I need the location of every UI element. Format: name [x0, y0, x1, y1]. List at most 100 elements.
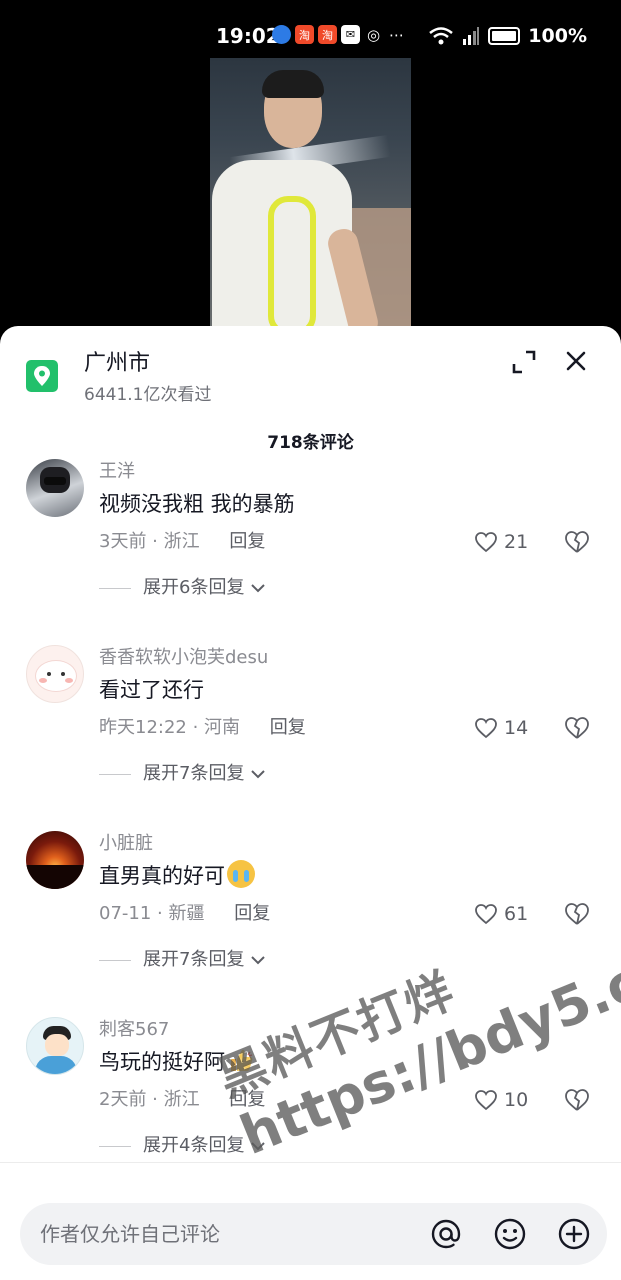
chevron-down-icon: [251, 1142, 266, 1151]
comment-meta: 07-11 · 新疆 回复: [99, 900, 270, 928]
status-bar: 19:02 淘 淘 ✉ ◎ ⋯ 100%: [0, 0, 621, 58]
comment-input[interactable]: 作者仅允许自己评论: [20, 1203, 607, 1265]
comment-meta: 昨天12:22 · 河南 回复: [99, 714, 306, 742]
signal-icon: [463, 27, 480, 45]
comment-item: 小脏脏 直男真的好可 07-11 · 新疆 回复 61 展开7条回复: [0, 820, 621, 1006]
expand-replies[interactable]: 展开4条回复: [99, 1132, 268, 1160]
comment-region: 河南: [204, 717, 241, 738]
meta-separator: ·: [186, 717, 205, 738]
expand-replies-label: 展开7条回复: [143, 763, 245, 784]
notification-icons: 淘 淘 ✉ ◎ ⋯: [272, 25, 406, 44]
emoji-icon[interactable]: [492, 1216, 528, 1252]
browser-app-icon: [272, 25, 291, 44]
chevron-down-icon: [251, 956, 266, 965]
reply-button[interactable]: 回复: [234, 903, 270, 924]
person-hair: [262, 70, 324, 98]
avatar[interactable]: [26, 831, 84, 889]
like-count: 61: [504, 903, 529, 925]
message-app-icon: ✉: [341, 25, 360, 44]
shirt-print: [268, 196, 316, 328]
taobao-app-icon: 淘: [295, 25, 314, 44]
reply-button[interactable]: 回复: [270, 717, 306, 738]
expand-replies-label: 展开4条回复: [143, 1135, 245, 1156]
expand-replies-label: 展开6条回复: [143, 577, 245, 598]
avatar[interactable]: [26, 459, 84, 517]
close-icon[interactable]: [561, 346, 591, 376]
heart-icon: [475, 904, 497, 925]
status-right: 100%: [428, 22, 587, 50]
comment-region: 浙江: [163, 531, 200, 552]
dislike-icon[interactable]: [563, 900, 591, 928]
comment-username[interactable]: 王洋: [99, 458, 135, 486]
comment-meta: 3天前 · 浙江 回复: [99, 528, 265, 556]
comment-list[interactable]: 王洋 视频没我粗 我的暴筋 3天前 · 浙江 回复 21 展开6条回复 香香软软…: [0, 452, 621, 1162]
divider: [99, 773, 131, 775]
comment-time: 3天前: [99, 531, 147, 552]
dislike-icon[interactable]: [563, 528, 591, 556]
crying-emoji-icon: [227, 860, 255, 888]
meta-separator: ·: [151, 903, 169, 924]
comment-region: 新疆: [168, 903, 205, 924]
comment-username[interactable]: 香香软软小泡芙desu: [99, 644, 268, 672]
expand-replies[interactable]: 展开6条回复: [99, 574, 268, 602]
nfc-icon: ◎: [366, 25, 381, 44]
thumbs-up-emoji-icon: [231, 1049, 253, 1071]
like-count: 14: [504, 717, 529, 739]
comment-time: 07-11: [99, 903, 152, 924]
like-button[interactable]: 21: [474, 528, 528, 556]
heart-icon: [475, 718, 497, 739]
meta-separator: ·: [146, 531, 164, 552]
reply-button[interactable]: 回复: [229, 531, 265, 552]
taobao-app-icon-2: 淘: [318, 25, 337, 44]
comment-time: 2天前: [99, 1089, 147, 1110]
comment-input-bar: 作者仅允许自己评论: [0, 1162, 621, 1280]
comment-text-content: 鸟玩的挺好阿: [99, 1050, 225, 1074]
divider: [99, 587, 131, 589]
chevron-down-icon: [251, 770, 266, 779]
comment-meta: 2天前 · 浙江 回复: [99, 1086, 265, 1114]
expand-replies[interactable]: 展开7条回复: [99, 946, 268, 974]
divider: [99, 1145, 131, 1147]
comment-username[interactable]: 刺客567: [99, 1016, 169, 1044]
comment-text: 直男真的好可: [99, 859, 255, 893]
battery-level: 100%: [528, 25, 587, 47]
dislike-icon[interactable]: [563, 714, 591, 742]
comment-time: 昨天12:22: [99, 717, 187, 738]
dislike-icon[interactable]: [563, 1086, 591, 1114]
expand-icon[interactable]: [510, 348, 538, 376]
comment-text: 看过了还行: [99, 678, 204, 702]
comment-text: 鸟玩的挺好阿: [99, 1045, 255, 1079]
like-button[interactable]: 10: [474, 1086, 528, 1114]
comment-text: 视频没我粗 我的暴筋: [99, 492, 295, 516]
comment-username[interactable]: 小脏脏: [99, 830, 153, 858]
chevron-down-icon: [251, 584, 266, 593]
meta-separator: ·: [146, 1089, 164, 1110]
battery-icon: [488, 27, 521, 45]
heart-icon: [475, 1090, 497, 1111]
status-time: 19:02: [216, 24, 280, 48]
wifi-icon: [429, 27, 454, 45]
location-pin-icon: [26, 360, 58, 392]
comment-item: 刺客567 鸟玩的挺好阿 2天前 · 浙江 回复 10 展开4条回复: [0, 1006, 621, 1162]
heart-icon: [475, 532, 497, 553]
mention-icon[interactable]: [428, 1216, 464, 1252]
like-button[interactable]: 61: [474, 900, 528, 928]
comment-sheet: 广州市 6441.1亿次看过 718条评论 王洋 视频没我粗 我的暴筋 3天前 …: [0, 326, 621, 1280]
expand-replies[interactable]: 展开7条回复: [99, 760, 268, 788]
avatar[interactable]: [26, 645, 84, 703]
comment-item: 王洋 视频没我粗 我的暴筋 3天前 · 浙江 回复 21 展开6条回复: [0, 452, 621, 634]
comment-input-placeholder: 作者仅允许自己评论: [40, 1222, 220, 1246]
add-icon[interactable]: [556, 1216, 592, 1252]
comment-item: 香香软软小泡芙desu 看过了还行 昨天12:22 · 河南 回复 14 展开7…: [0, 634, 621, 820]
video-player[interactable]: [210, 58, 411, 328]
expand-replies-label: 展开7条回复: [143, 949, 245, 970]
location-title[interactable]: 广州市: [84, 348, 150, 380]
location-views: 6441.1亿次看过: [84, 385, 212, 405]
like-count: 21: [504, 531, 529, 553]
reply-button[interactable]: 回复: [229, 1089, 265, 1110]
avatar[interactable]: [26, 1017, 84, 1075]
comment-region: 浙江: [163, 1089, 200, 1110]
like-count: 10: [504, 1089, 529, 1111]
divider: [99, 959, 131, 961]
like-button[interactable]: 14: [474, 714, 528, 742]
